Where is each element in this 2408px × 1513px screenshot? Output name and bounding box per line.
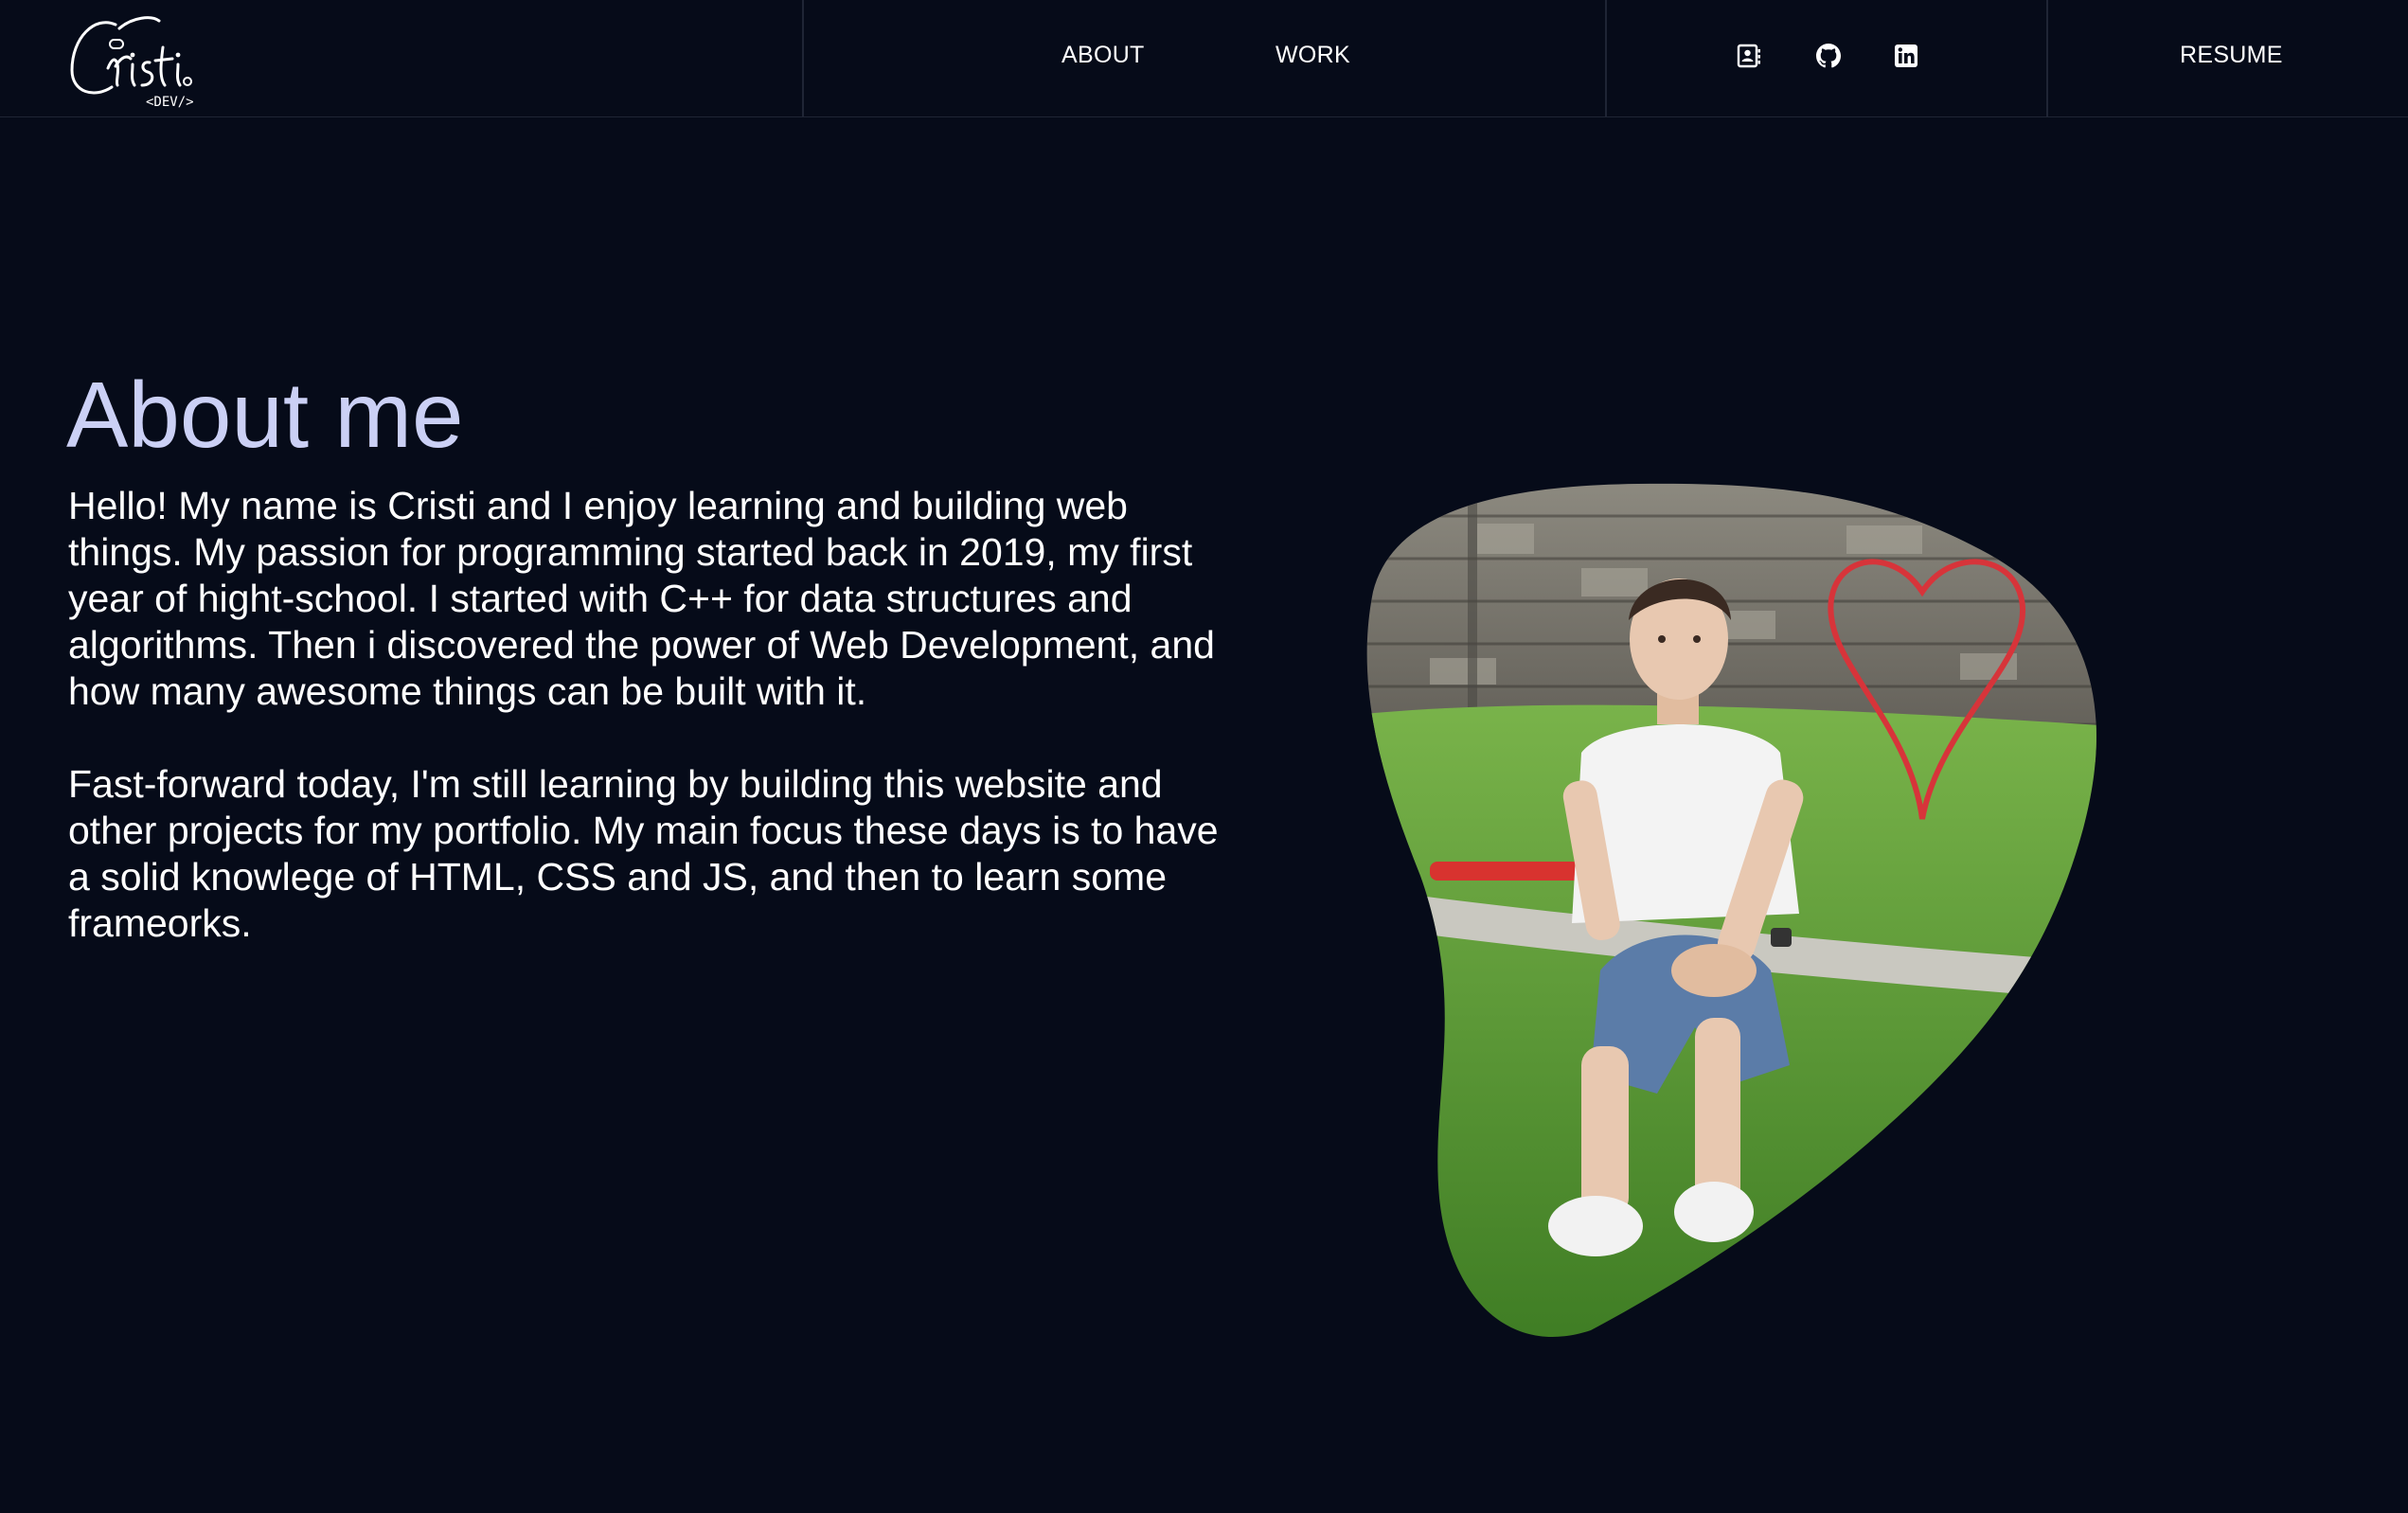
about-title: About me xyxy=(66,363,464,467)
about-paragraph: Fast-forward today, I'm still learning b… xyxy=(68,762,1219,945)
cristi-dev-logo[interactable]: <DEV/> xyxy=(66,9,218,110)
about-description: Hello! My name is Cristi and I enjoy lea… xyxy=(68,483,1223,993)
top-navigation: <DEV/> ABOUT WORK RESUME xyxy=(0,0,2408,117)
about-paragraph: Hello! My name is Cristi and I enjoy lea… xyxy=(68,484,1215,713)
resume-link[interactable]: RESUME xyxy=(2180,42,2283,69)
nav-link-work[interactable]: WORK xyxy=(1275,42,1350,69)
nav-divider xyxy=(2046,0,2048,117)
profile-photo xyxy=(1354,478,2225,1342)
nav-divider xyxy=(1605,0,1607,117)
contact-card-icon[interactable] xyxy=(1737,44,1761,68)
nav-link-about[interactable]: ABOUT xyxy=(1061,42,1145,69)
logo-tag-text: <DEV/> xyxy=(146,95,194,109)
nav-divider xyxy=(802,0,804,117)
linkedin-icon[interactable] xyxy=(1894,44,1918,68)
github-icon[interactable] xyxy=(1816,44,1841,68)
